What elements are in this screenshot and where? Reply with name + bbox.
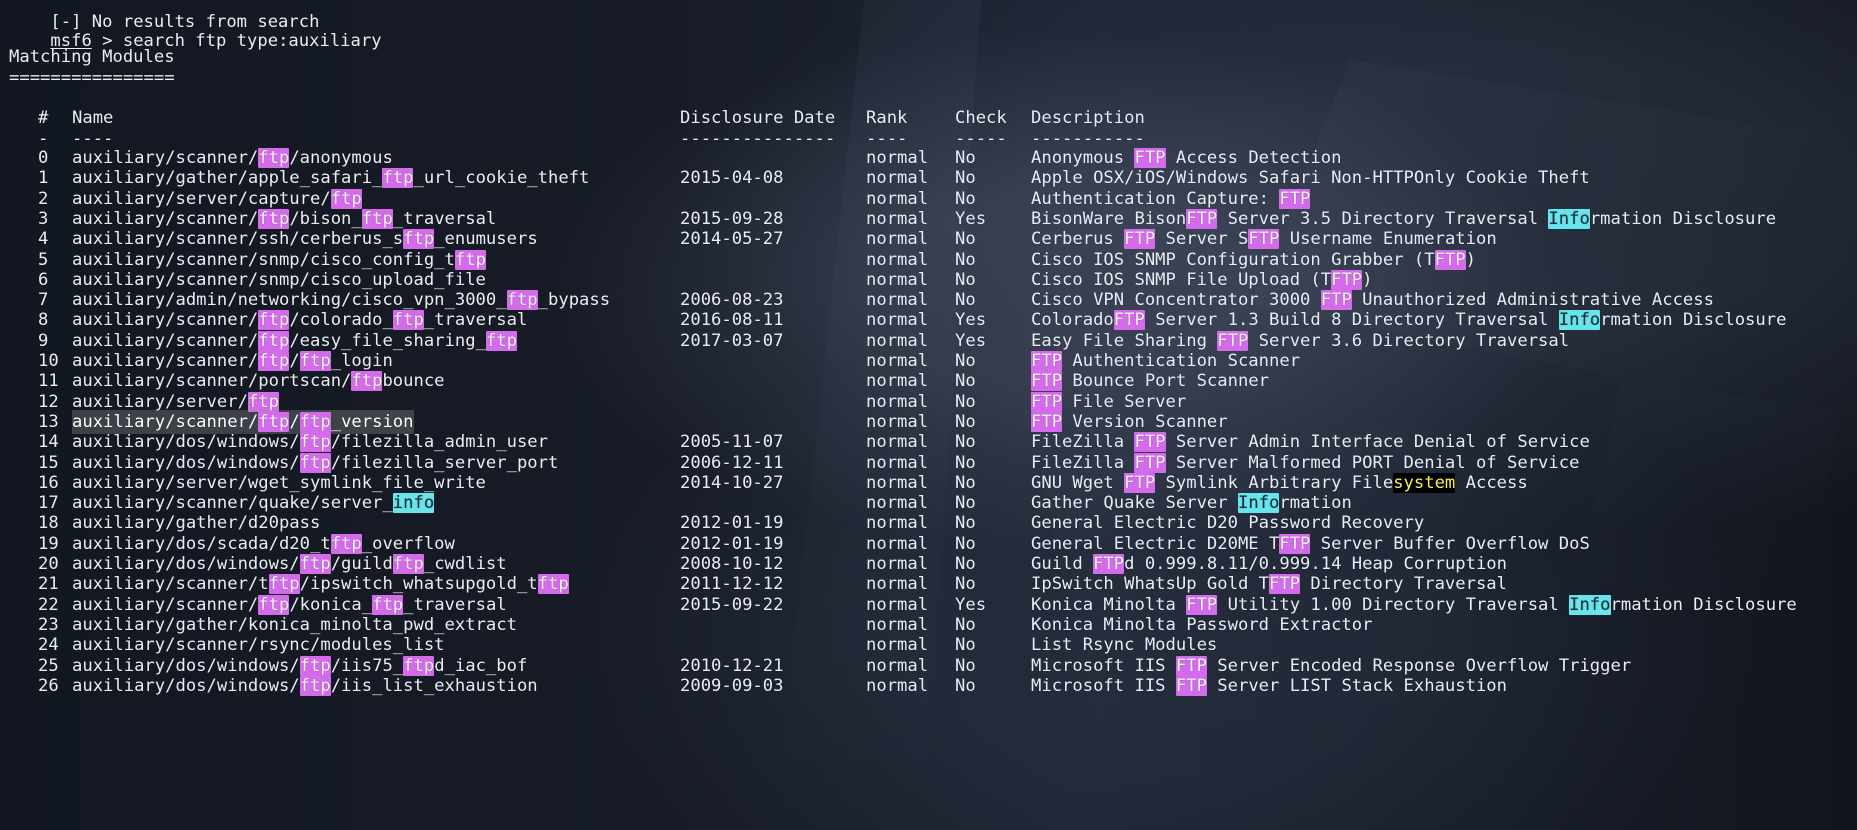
ftp-search-match: ftp xyxy=(392,554,424,574)
ftp-search-match: ftp xyxy=(330,188,362,209)
ftp-search-match: FTP xyxy=(1331,269,1363,290)
ftp-search-match: ftp xyxy=(454,249,486,270)
ftp-search-match: FTP xyxy=(1134,432,1166,453)
ftp-search-match: ftp xyxy=(258,208,290,229)
disclosure-date: 2009-09-03 xyxy=(680,675,784,696)
disclosure-date: 2014-10-27 xyxy=(680,472,784,493)
ftp-search-match: FTP xyxy=(1031,371,1063,392)
ftp-search-match: ftp xyxy=(258,310,290,331)
info-search-match: info xyxy=(392,493,435,514)
ftp-search-match: FTP xyxy=(1124,229,1156,250)
ftp-search-match: ftp xyxy=(258,351,290,371)
info-search-match: Info xyxy=(1237,493,1280,514)
info-search-match: Info xyxy=(1558,310,1601,331)
ftp-search-match: FTP xyxy=(1320,290,1352,311)
check-value: No xyxy=(955,675,976,696)
ftp-search-match: FTP xyxy=(1269,574,1301,595)
command-prompt-line: msf6 > search ftp type:auxiliary xyxy=(9,5,381,51)
ftp-search-match: ftp xyxy=(299,452,331,473)
ftp-search-match: ftp xyxy=(258,411,290,432)
ftp-search-match: FTP xyxy=(1217,330,1249,351)
ftp-search-match: ftp xyxy=(485,330,517,351)
ftp-search-match: ftp xyxy=(403,229,435,250)
system-search-match: system xyxy=(1393,472,1456,493)
ftp-search-match: ftp xyxy=(299,411,331,432)
ftp-search-match: ftp xyxy=(299,655,331,676)
ftp-search-match: FTP xyxy=(1113,310,1145,331)
info-search-match: Info xyxy=(1548,208,1590,229)
ftp-search-match: ftp xyxy=(299,351,331,371)
ftp-search-match: FTP xyxy=(1186,208,1218,229)
ftp-search-match: FTP xyxy=(1124,472,1156,493)
ftp-search-match: FTP xyxy=(1248,229,1280,250)
disclosure-date: 2014-05-27 xyxy=(680,229,784,250)
ftp-search-match: FTP xyxy=(1175,655,1207,676)
rule-disclosure-date: --------------- xyxy=(680,129,836,149)
ftp-search-match: ftp xyxy=(258,148,290,168)
info-search-match: Info xyxy=(1569,594,1611,615)
ftp-search-match: FTP xyxy=(1031,351,1063,371)
ftp-search-match: ftp xyxy=(258,330,290,351)
disclosure-date: 2015-04-08 xyxy=(680,168,784,189)
module-description: Microsoft IIS FTP Server LIST Stack Exha… xyxy=(1031,675,1508,696)
results-heading-rule: ================ xyxy=(9,68,175,88)
ftp-search-match: FTP xyxy=(1031,411,1063,432)
ftp-search-match: FTP xyxy=(1134,148,1166,168)
ftp-search-match: ftp xyxy=(330,533,362,554)
row-index: 26 xyxy=(38,675,59,696)
rank-value: normal xyxy=(866,675,929,696)
ftp-search-match: ftp xyxy=(537,574,569,595)
ftp-search-match: ftp xyxy=(506,290,538,311)
ftp-search-match: FTP xyxy=(1279,533,1311,554)
ftp-search-match: ftp xyxy=(299,675,331,696)
ftp-search-match: ftp xyxy=(372,594,404,615)
ftp-search-match: ftp xyxy=(361,208,393,229)
ftp-search-match: ftp xyxy=(392,310,424,331)
ftp-search-match: ftp xyxy=(382,168,414,189)
ftp-search-match: FTP xyxy=(1093,554,1125,574)
module-name: auxiliary/dos/windows/ftp/iis_list_exhau… xyxy=(72,675,538,696)
ftp-search-match: FTP xyxy=(1434,249,1466,270)
ftp-search-match: ftp xyxy=(258,594,290,615)
ftp-search-match: ftp xyxy=(299,432,331,453)
ftp-search-match: FTP xyxy=(1186,594,1218,615)
ftp-search-match: ftp xyxy=(351,371,383,392)
disclosure-date: 2017-03-07 xyxy=(680,330,784,351)
ftp-search-match: ftp xyxy=(247,391,279,412)
ftp-search-match: ftp xyxy=(268,574,300,595)
ftp-search-match: ftp xyxy=(299,554,331,574)
ftp-search-match: FTP xyxy=(1279,188,1311,209)
ftp-search-match: ftp xyxy=(403,655,435,676)
ftp-search-match: FTP xyxy=(1134,452,1166,473)
disclosure-date: 2015-09-22 xyxy=(680,594,784,615)
ftp-search-match: FTP xyxy=(1175,675,1207,696)
terminal-window: [-] No results from search msf6 > search… xyxy=(0,0,1857,830)
ftp-search-match: FTP xyxy=(1031,391,1063,412)
